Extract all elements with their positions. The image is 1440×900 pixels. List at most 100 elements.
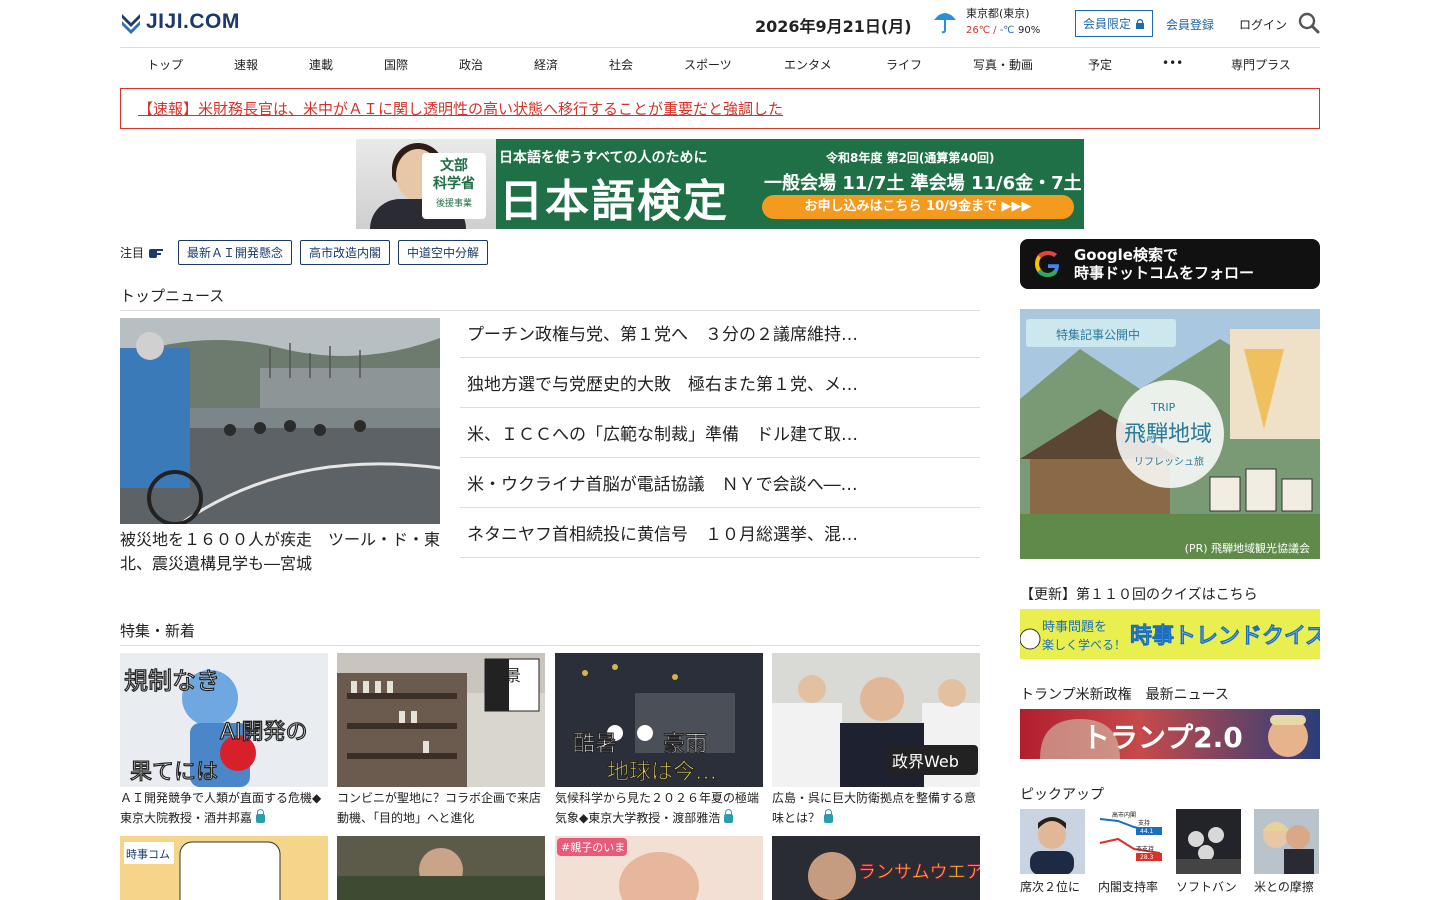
hida-ad-image: 特集記事公開中 TRIP 飛騨地域 リフレッシュ旅 [1020, 309, 1320, 559]
pickup-thumb-leaders [1254, 809, 1319, 874]
feature-card[interactable]: ランサムウエア [772, 836, 980, 900]
nav-schedule[interactable]: 予定 [1088, 56, 1112, 73]
lock-icon [724, 809, 734, 823]
nav-sports[interactable]: スポーツ [684, 56, 732, 73]
pickup-item[interactable]: 高市内閣 44.1 支持 28.3 不支持 内閣支持率 [1098, 809, 1163, 895]
feature-card[interactable]: 政界Web 広島・呉に巨大防衛拠点を整備する意味とは？ [772, 653, 980, 828]
banner-tag-line3: 後援事業 [435, 199, 472, 209]
feature-thumb-ear: #親子のいま [555, 836, 763, 900]
cyclists-photo [120, 318, 440, 524]
poll-yes-label: 支持 [1138, 819, 1150, 827]
poll-no-value: 28.3 [1140, 854, 1154, 861]
attention-label-text: 注目 [120, 246, 145, 260]
nav-more-icon[interactable]: ••• [1162, 56, 1183, 70]
svg-text:果てには: 果てには [130, 760, 218, 785]
current-date: 2026年9月21日(月) [755, 17, 912, 36]
trump-heading[interactable]: トランプ米新政権 最新ニュース [1020, 684, 1229, 704]
svg-text:時事問題を: 時事問題を [1042, 620, 1107, 635]
top-news-item[interactable]: 米、ＩＣＣへの「広範な制裁」準備 ドル建て取… [460, 408, 980, 458]
svg-text:政界Web: 政界Web [892, 752, 959, 771]
nav-entertainment[interactable]: エンタメ [784, 56, 832, 73]
top-news-item[interactable]: プーチン政権与党、第１党へ ３分の２議席維持… [460, 308, 980, 358]
nav-politics[interactable]: 政治 [459, 56, 483, 73]
main-nav: トップ 速報 連載 国際 政治 経済 社会 スポーツ エンタメ ライフ 写真・動… [120, 48, 1320, 78]
svg-text:時事コム: 時事コム [126, 848, 170, 861]
login-link[interactable]: ログイン [1239, 16, 1287, 33]
nav-photo-video[interactable]: 写真・動画 [973, 56, 1033, 73]
search-icon[interactable] [1298, 12, 1320, 34]
svg-text:飛騨地域: 飛騨地域 [1124, 422, 1212, 447]
pickup-item[interactable]: 米との摩擦 [1254, 809, 1319, 895]
weather-place: 東京都(東京) [966, 7, 1030, 20]
svg-text:トランプ2.0: トランプ2.0 [1082, 721, 1243, 754]
quiz-heading[interactable]: 【更新】第１１０回のクイズはこちら [1020, 584, 1258, 604]
google-follow-button[interactable]: Google検索で 時事ドットコムをフォロー [1020, 239, 1320, 289]
site-logo[interactable]: JIJI.COM [120, 10, 240, 34]
feature-card[interactable]: 百景 コンビニが聖地に？コラボ企画で来店動機、「目的地」へと進化 [337, 653, 545, 828]
hida-ad-pr-text: (PR) 飛騨地域観光協議会 [1184, 542, 1310, 555]
breaking-news-link[interactable]: 【速報】米財務長官は、米中がＡＩに関し透明性の高い状態へ移行することが重要だと強… [138, 100, 783, 118]
attention-tag-cabinet[interactable]: 高市改造内閣 [300, 240, 391, 265]
top-news-list: プーチン政権与党、第１党へ ３分の２議席維持… 独地方選で与党歴史的大敗 極右ま… [460, 308, 980, 558]
umbrella-icon [934, 13, 956, 34]
svg-text:TRIP: TRIP [1150, 401, 1176, 414]
svg-text:地球は今…: 地球は今… [607, 760, 717, 785]
trend-quiz-banner[interactable]: 時事問題を 楽しく学べる！ 時事トレンドクイズ [1020, 609, 1320, 659]
attention-tag-chudo[interactable]: 中道空中分解 [398, 240, 489, 265]
feature-thumb-climate: 酷暑 豪雨 地球は今… [555, 653, 763, 787]
member-only-button[interactable]: 会員限定 [1075, 10, 1154, 37]
svg-text:AI開発の: AI開発の [220, 720, 308, 745]
feature-thumb-ransomware: ランサムウエア [772, 836, 980, 900]
pickup-thumb-politician [1020, 809, 1085, 874]
weather-separator: / [989, 25, 1000, 36]
trend-quiz-image: 時事問題を 楽しく学べる！ 時事トレンドクイズ [1020, 609, 1320, 659]
feature-card[interactable]: 規制なき AI開発の 果てには ＡＩ開発競争で人類が直面する危機◆東京大院教授・… [120, 653, 328, 828]
feature-card[interactable]: 酷暑 豪雨 地球は今… 気候科学から見た２０２６年夏の極端気象◆東京大学教授・渡… [555, 653, 763, 828]
attention-tags: 注目 最新ＡＩ開発懸念 高市改造内閣 中道空中分解 [120, 240, 489, 265]
banner-tag-line1: 文部 [440, 158, 468, 174]
pickup-item[interactable]: 席次２位に [1020, 809, 1085, 895]
attention-tag-ai[interactable]: 最新ＡＩ開発懸念 [178, 240, 293, 265]
pickup-caption: 米との摩擦 [1254, 880, 1314, 894]
svg-text:規制なき: 規制なき [124, 667, 220, 695]
top-news-photo[interactable] [120, 318, 440, 524]
nav-economy[interactable]: 経済 [534, 56, 558, 73]
trump-banner[interactable]: トランプ2.0 [1020, 709, 1320, 759]
nihongo-kentei-banner[interactable]: 文部 科学省 後援事業 日本語を使うすべての人のために 日本語検定 令和8年度 … [356, 139, 1084, 229]
poll-title: 高市内閣 [1112, 811, 1136, 819]
register-link[interactable]: 会員登録 [1166, 16, 1214, 33]
nav-pro-plus[interactable]: 専門プラス [1231, 56, 1291, 73]
feature-thumb-phone: 時事コム [120, 836, 328, 900]
feature-card[interactable]: 時事コム [120, 836, 328, 900]
weather-rain: 90% [1018, 25, 1041, 36]
feature-caption: コンビニが聖地に？コラボ企画で来店動機、「目的地」へと進化 [337, 791, 542, 825]
top-news-item[interactable]: 米・ウクライナ首脳が電話協議 ＮＹで会談へ―… [460, 458, 980, 508]
pickup-heading: ピックアップ [1020, 787, 1104, 803]
nav-breaking[interactable]: 速報 [234, 56, 258, 73]
nav-life[interactable]: ライフ [886, 56, 922, 73]
nav-international[interactable]: 国際 [384, 56, 408, 73]
banner-tag-line2: 科学省 [433, 176, 475, 192]
site-header: JIJI.COM 2026年9月21日(月) 東京都(東京) 26℃ / -℃ … [120, 0, 1320, 48]
logo-mark-icon [122, 14, 140, 34]
top-news-lead-caption[interactable]: 被災地を１６００人が疾走 ツール・ド・東北、震災遺構見学も―宮城 [120, 528, 440, 576]
trump-banner-image: トランプ2.0 [1040, 715, 1308, 759]
banner-cta[interactable]: お申し込みはこちら 10/9金まで ▶▶▶ [762, 195, 1074, 219]
feature-card[interactable] [337, 836, 545, 900]
feature-card[interactable]: #親子のいま [555, 836, 763, 900]
features-heading: 特集・新着 [120, 620, 980, 646]
top-news-item[interactable]: 独地方選で与党歴史的大敗 極右また第１党、メ… [460, 358, 980, 408]
pickup-caption: ソフトバン [1176, 880, 1237, 894]
svg-text:楽しく学べる！: 楽しく学べる！ [1042, 637, 1126, 652]
google-icon [1035, 251, 1059, 277]
pickup-item[interactable]: ソフトバン [1176, 809, 1241, 895]
breaking-news-bar: 【速報】米財務長官は、米中がＡＩに関し透明性の高い状態へ移行することが重要だと強… [120, 88, 1320, 129]
pointing-hand-icon [149, 248, 164, 258]
hida-ad-banner[interactable]: 特集記事公開中 TRIP 飛騨地域 リフレッシュ旅 (PR) 飛騨地域観光協議会 [1020, 309, 1320, 559]
weather-widget[interactable]: 東京都(東京) 26℃ / -℃ 90% [932, 6, 1040, 39]
top-news-item[interactable]: ネタニヤフ首相続投に黄信号 １０月総選挙、混… [460, 508, 980, 558]
nav-top[interactable]: トップ [147, 56, 183, 73]
pickup-caption: 席次２位に [1020, 880, 1081, 894]
nav-society[interactable]: 社会 [609, 56, 633, 73]
nav-series[interactable]: 連載 [309, 56, 333, 73]
